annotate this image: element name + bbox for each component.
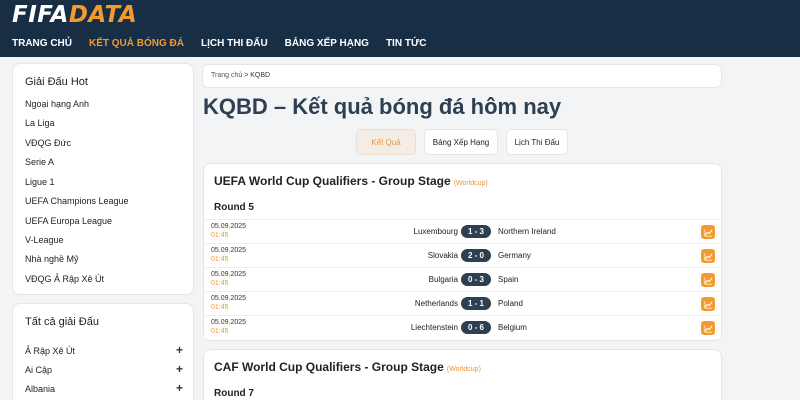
match-row[interactable]: 05.09.2025 01:45 Netherlands 1 - 1 Polan… (204, 291, 720, 315)
score-badge: 1 - 3 (461, 225, 491, 238)
match-stats-button[interactable] (701, 273, 715, 287)
trend-chart-icon (703, 228, 713, 236)
nav-schedule[interactable]: LỊCH THI ĐẤU (201, 38, 268, 49)
match-time: 01:45 (211, 256, 229, 263)
competition-tag: (Worldcup) (453, 180, 488, 187)
competition-title: UEFA World Cup Qualifiers - Group Stage(… (214, 174, 488, 188)
league-item-albania[interactable]: Albania (25, 384, 55, 394)
score-badge: 2 - 0 (461, 249, 491, 262)
match-stats-button[interactable] (701, 249, 715, 263)
match-date: 05.09.2025 (211, 295, 247, 302)
sidebar-item-serie-a[interactable]: Serie A (25, 157, 54, 167)
match-date: 05.09.2025 (211, 319, 247, 326)
breadcrumb: Trang chủ > KQBD (202, 64, 722, 88)
nav-news[interactable]: TIN TỨC (386, 38, 427, 49)
match-time: 01:45 (211, 304, 229, 311)
home-team: Bulgaria (428, 275, 458, 284)
breadcrumb-separator: > (244, 72, 249, 79)
match-time: 01:45 (211, 232, 229, 239)
sidebar-item-vdqg-a-rap[interactable]: VĐQG Ả Rập Xê Út (25, 274, 104, 284)
nav-home[interactable]: TRANG CHỦ (12, 38, 72, 49)
match-row[interactable]: 05.09.2025 01:45 Bulgaria 0 - 3 Spain (204, 267, 720, 291)
breadcrumb-current: KQBD (250, 72, 271, 79)
expand-plus-icon[interactable]: + (176, 343, 183, 357)
away-team: Spain (498, 275, 519, 284)
all-leagues-title: Tất cả giải Đấu (25, 316, 99, 328)
breadcrumb-home-link[interactable]: Trang chủ (211, 72, 242, 79)
expand-plus-icon[interactable]: + (176, 362, 183, 376)
nav-results[interactable]: KẾT QUẢ BÓNG ĐÁ (89, 38, 184, 49)
site-header: FIFA DATA TRANG CHỦ KẾT QUẢ BÓNG ĐÁ LỊCH … (0, 0, 800, 57)
match-date: 05.09.2025 (211, 271, 247, 278)
away-team: Poland (498, 299, 523, 308)
competition-name[interactable]: CAF World Cup Qualifiers - Group Stage (214, 360, 444, 374)
match-time: 01:45 (211, 280, 229, 287)
competition-section (203, 349, 722, 400)
sidebar-item-v-league[interactable]: V-League (25, 235, 64, 245)
home-team: Slovakia (427, 251, 458, 260)
round-label: Round 5 (214, 202, 254, 213)
home-team: Luxembourg (413, 227, 458, 236)
match-row[interactable]: 05.09.2025 01:45 Luxembourg 1 - 3 Northe… (204, 219, 720, 243)
nav-standings[interactable]: BẢNG XẾP HẠNG (285, 38, 369, 49)
league-item-ai-cap[interactable]: Ai Cập (25, 365, 52, 375)
logo-text-fifa: FIFA (12, 2, 69, 28)
competition-tag: (Worldcup) (446, 366, 481, 373)
score-badge: 0 - 6 (461, 321, 491, 334)
trend-chart-icon (703, 276, 713, 284)
tab-results[interactable]: Kết Quả (356, 129, 416, 155)
tab-schedule[interactable]: Lịch Thi Đấu (506, 129, 568, 155)
match-row[interactable]: 05.09.2025 01:45 Slovakia 2 - 0 Germany (204, 243, 720, 267)
away-team: Northern Ireland (498, 227, 556, 236)
round-label: Round 7 (214, 388, 254, 399)
page-title: KQBD – Kết quả bóng đá hôm nay (203, 94, 562, 119)
logo-text-data: DATA (68, 2, 138, 28)
expand-plus-icon[interactable]: + (176, 381, 183, 395)
sidebar-item-ngoai-hang-anh[interactable]: Ngoại hạng Anh (25, 99, 89, 109)
away-team: Belgium (498, 323, 527, 332)
all-leagues-panel: Tất cả giải Đấu Ả Rập Xê Út + Ai Cập + A… (12, 303, 194, 400)
sidebar-item-la-liga[interactable]: La Liga (25, 118, 55, 128)
sidebar-item-vdqg-duc[interactable]: VĐQG Đức (25, 138, 71, 148)
trend-chart-icon (703, 324, 713, 332)
match-stats-button[interactable] (701, 321, 715, 335)
sidebar-item-nha-nghe-my[interactable]: Nhà nghề Mỹ (25, 254, 79, 264)
score-badge: 0 - 3 (461, 273, 491, 286)
site-logo[interactable]: FIFA DATA (12, 2, 137, 28)
hot-leagues-title: Giải Đấu Hot (25, 76, 88, 88)
trend-chart-icon (703, 300, 713, 308)
sidebar-item-ligue-1[interactable]: Ligue 1 (25, 177, 55, 187)
home-team: Netherlands (414, 299, 458, 308)
league-item-a-rap-xe-ut[interactable]: Ả Rập Xê Út (25, 346, 75, 356)
score-badge: 1 - 1 (461, 297, 491, 310)
trend-chart-icon (703, 252, 713, 260)
match-date: 05.09.2025 (211, 247, 247, 254)
match-row[interactable]: 05.09.2025 01:45 Liechtenstein 0 - 6 Bel… (204, 315, 720, 339)
competition-name[interactable]: UEFA World Cup Qualifiers - Group Stage (214, 174, 451, 188)
competition-title: CAF World Cup Qualifiers - Group Stage (W… (214, 360, 481, 374)
match-date: 05.09.2025 (211, 223, 247, 230)
home-team: Liechtenstein (410, 323, 458, 332)
sidebar-item-champions-league[interactable]: UEFA Champions League (25, 196, 129, 206)
sidebar-item-europa-league[interactable]: UEFA Europa League (25, 216, 112, 226)
match-stats-button[interactable] (701, 297, 715, 311)
away-team: Germany (498, 251, 531, 260)
hot-leagues-panel: Giải Đấu Hot Ngoại hạng Anh La Liga VĐQG… (12, 63, 194, 295)
tab-standings[interactable]: Bảng Xếp Hạng (424, 129, 498, 155)
match-stats-button[interactable] (701, 225, 715, 239)
match-time: 01:45 (211, 328, 229, 335)
main-nav: TRANG CHỦ KẾT QUẢ BÓNG ĐÁ LỊCH THI ĐẤU B… (12, 38, 443, 49)
